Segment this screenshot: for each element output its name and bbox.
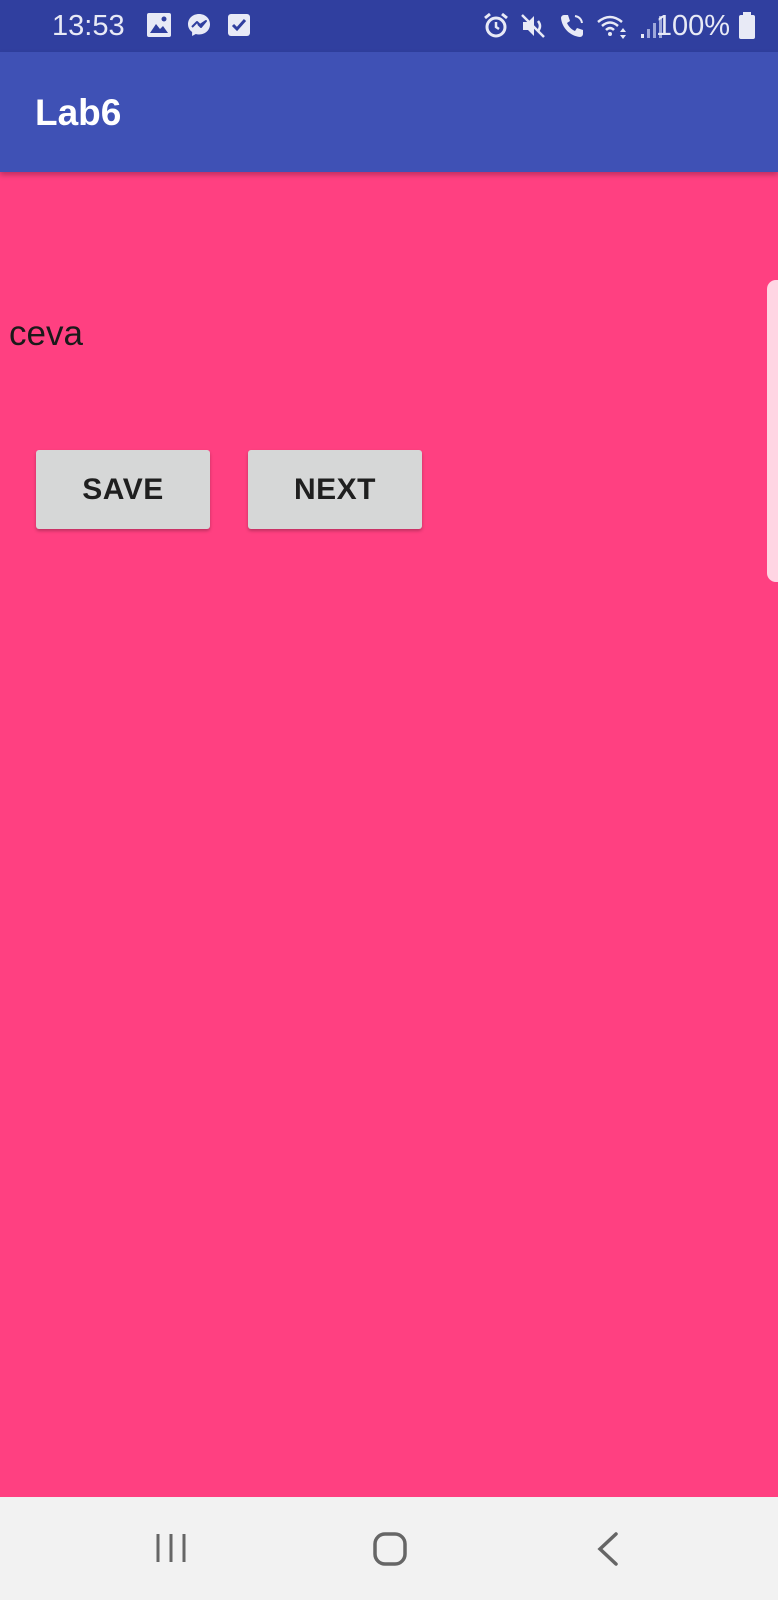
status-system-icons — [482, 12, 666, 40]
volte-call-icon — [558, 12, 586, 40]
alarm-icon — [482, 12, 510, 40]
navigation-bar — [0, 1497, 778, 1600]
recent-apps-icon[interactable] — [154, 1531, 188, 1565]
app-bar: Lab6 — [0, 52, 778, 172]
app-title: Lab6 — [35, 92, 122, 133]
back-icon[interactable] — [594, 1531, 622, 1567]
battery-icon — [738, 12, 756, 40]
wifi-icon — [596, 12, 630, 40]
status-time: 13:53 — [52, 10, 125, 42]
status-notification-icons — [146, 12, 252, 38]
status-bar: 13:53 100% — [0, 0, 778, 52]
app-screen: 13:53 100% Lab6 ceva SAVE NEXT — [0, 0, 778, 1600]
home-icon[interactable] — [372, 1531, 408, 1567]
next-button[interactable]: NEXT — [248, 450, 422, 529]
gallery-icon — [146, 12, 172, 38]
battery-percentage: 100% — [655, 10, 730, 42]
mute-icon — [520, 12, 548, 40]
content-text: ceva — [9, 314, 83, 353]
save-button[interactable]: SAVE — [36, 450, 210, 529]
checkbox-notification-icon — [226, 12, 252, 38]
messenger-icon — [186, 12, 212, 38]
edge-panel-handle[interactable] — [767, 280, 778, 582]
